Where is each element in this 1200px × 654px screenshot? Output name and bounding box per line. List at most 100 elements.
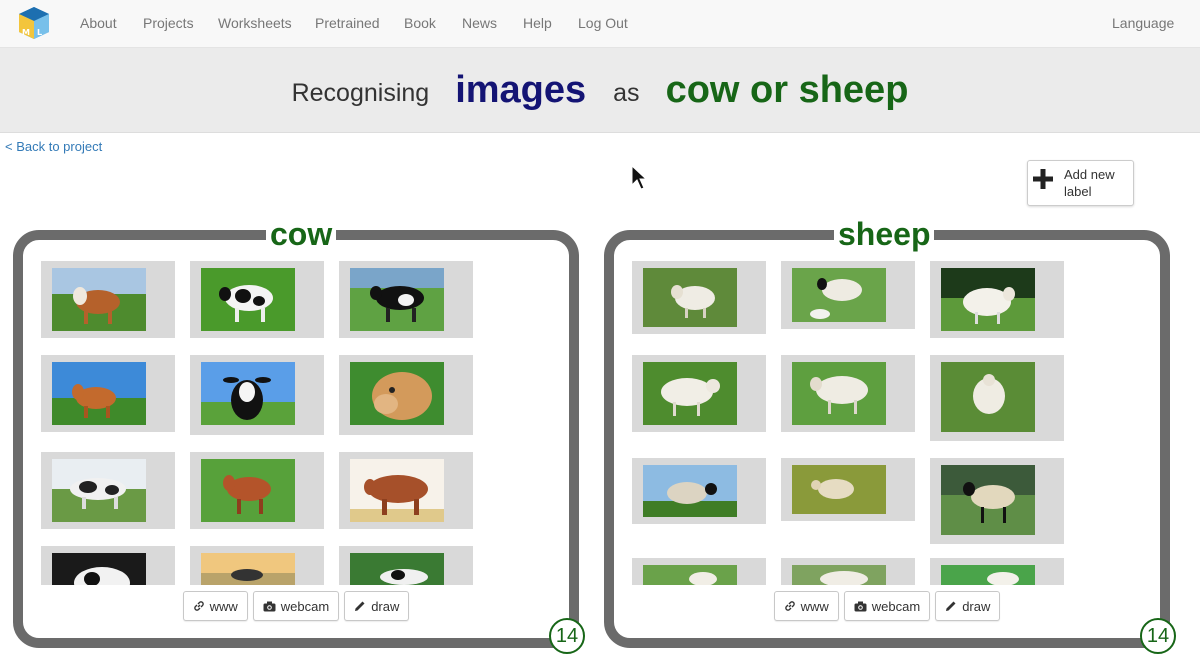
- project-title-bar: Recognising images as cow or sheep: [0, 48, 1200, 133]
- training-image-tile[interactable]: [41, 261, 175, 338]
- plus-icon: [1033, 169, 1053, 189]
- camera-icon: [854, 601, 867, 611]
- nav-about[interactable]: About: [80, 15, 117, 31]
- add-from-www-button[interactable]: www: [773, 591, 839, 621]
- label-bucket-sheep: sheep www webcam draw 14: [604, 214, 1176, 654]
- cow-image: [201, 268, 295, 331]
- mouse-pointer-icon: [631, 165, 647, 190]
- training-images-grid-sheep[interactable]: [632, 261, 1082, 585]
- cow-image: [52, 268, 146, 331]
- title-project-type: images: [455, 68, 587, 111]
- add-new-label-text: Add new label: [1064, 167, 1115, 199]
- link-icon: [784, 601, 795, 611]
- training-image-tile[interactable]: [930, 558, 1064, 585]
- training-image-tile[interactable]: [781, 558, 915, 585]
- training-image-tile[interactable]: [339, 261, 473, 338]
- nav-logout[interactable]: Log Out: [578, 15, 628, 31]
- www-label: www: [209, 598, 238, 614]
- example-count-badge: 14: [1140, 618, 1176, 654]
- draw-label: draw: [962, 598, 991, 614]
- training-image-tile[interactable]: [41, 355, 175, 432]
- title-labels: cow or sheep: [665, 68, 909, 111]
- cow-image: [350, 362, 444, 425]
- sheep-image: [941, 565, 1035, 585]
- navbar: M L About Projects Worksheets Pretrained…: [0, 0, 1200, 48]
- cow-image: [201, 362, 295, 425]
- sheep-image: [792, 565, 886, 585]
- add-from-www-button[interactable]: www: [182, 591, 248, 621]
- training-image-tile[interactable]: [632, 458, 766, 524]
- add-from-webcam-button[interactable]: webcam: [252, 591, 340, 621]
- training-image-tile[interactable]: [190, 355, 324, 435]
- nav-projects[interactable]: Projects: [143, 15, 194, 31]
- training-image-tile[interactable]: [339, 452, 473, 529]
- example-count-badge: 14: [549, 618, 585, 654]
- label-bucket-cow: cow www webcam draw 14: [13, 214, 585, 654]
- add-example-buttons: www webcam draw: [23, 591, 569, 621]
- pencil-icon: [355, 601, 365, 611]
- link-icon: [193, 601, 204, 611]
- training-image-tile[interactable]: [41, 546, 175, 585]
- sheep-image: [792, 465, 886, 514]
- title-as: as: [613, 78, 640, 107]
- bucket-title-cow: cow: [266, 214, 337, 254]
- nav-language[interactable]: Language: [1112, 15, 1174, 31]
- add-new-label-button[interactable]: Add new label: [1027, 160, 1134, 206]
- training-image-tile[interactable]: [190, 546, 324, 585]
- cow-image: [350, 268, 444, 331]
- training-image-tile[interactable]: [781, 261, 915, 329]
- sheep-image: [792, 268, 886, 322]
- sheep-image: [643, 268, 737, 331]
- camera-icon: [263, 601, 276, 611]
- sheep-image: [941, 268, 1035, 331]
- cow-image: [52, 553, 146, 585]
- webcam-label: webcam: [871, 598, 921, 614]
- sheep-image: [941, 362, 1035, 432]
- cow-image: [201, 459, 295, 522]
- training-image-tile[interactable]: [190, 261, 324, 338]
- svg-text:M: M: [22, 28, 30, 37]
- page-title: Recognising images as cow or sheep: [0, 48, 1200, 132]
- sheep-image: [941, 465, 1035, 535]
- nav-help[interactable]: Help: [523, 15, 552, 31]
- training-image-tile[interactable]: [930, 355, 1064, 441]
- cow-image: [52, 362, 146, 425]
- sheep-image: [643, 565, 737, 585]
- sheep-image: [643, 465, 737, 517]
- cow-image: [350, 553, 444, 585]
- cow-image: [350, 459, 444, 522]
- training-image-tile[interactable]: [930, 458, 1064, 544]
- training-image-tile[interactable]: [930, 261, 1064, 338]
- cow-image: [201, 553, 295, 585]
- draw-label: draw: [371, 598, 400, 614]
- www-label: www: [800, 598, 829, 614]
- sheep-image: [643, 362, 737, 425]
- training-image-tile[interactable]: [632, 558, 766, 585]
- webcam-label: webcam: [280, 598, 330, 614]
- nav-worksheets[interactable]: Worksheets: [218, 15, 292, 31]
- bucket-title-sheep: sheep: [834, 214, 935, 254]
- training-image-tile[interactable]: [339, 355, 473, 435]
- nav-book[interactable]: Book: [404, 15, 436, 31]
- nav-pretrained[interactable]: Pretrained: [315, 15, 380, 31]
- title-prefix: Recognising: [291, 78, 430, 107]
- training-image-tile[interactable]: [339, 546, 473, 585]
- training-image-tile[interactable]: [632, 355, 766, 432]
- back-to-project-link[interactable]: < Back to project: [5, 139, 102, 154]
- add-example-buttons: www webcam draw: [614, 591, 1160, 621]
- training-image-tile[interactable]: [41, 452, 175, 529]
- training-images-grid-cow[interactable]: [41, 261, 491, 585]
- training-image-tile[interactable]: [632, 261, 766, 334]
- add-by-drawing-button[interactable]: draw: [935, 591, 1001, 621]
- cow-image: [52, 459, 146, 522]
- nav-news[interactable]: News: [462, 15, 497, 31]
- add-by-drawing-button[interactable]: draw: [344, 591, 410, 621]
- training-image-tile[interactable]: [781, 355, 915, 432]
- add-from-webcam-button[interactable]: webcam: [843, 591, 931, 621]
- mlforkids-logo[interactable]: M L: [16, 5, 52, 41]
- training-image-tile[interactable]: [781, 458, 915, 521]
- svg-text:L: L: [37, 28, 42, 37]
- sheep-image: [792, 362, 886, 425]
- training-image-tile[interactable]: [190, 452, 324, 529]
- pencil-icon: [946, 601, 956, 611]
